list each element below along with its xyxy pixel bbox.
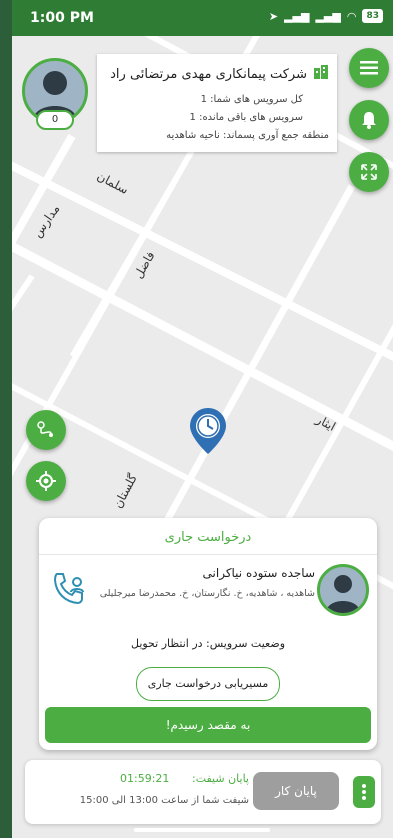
customer-user-icon [326, 575, 360, 613]
current-request-card: درخواست جاری ساجده ستوده نیاکرانی شاهدیه… [39, 518, 377, 750]
shift-range: شیفت شما از ساعت 13:00 الی 15:00 [79, 795, 249, 806]
fullscreen-button[interactable] [349, 152, 389, 192]
shift-end-time: 01:59:21 [120, 772, 170, 785]
notifications-button[interactable] [349, 100, 389, 140]
company-title: شرکت پیمانکاری مهدی مرتضائی راد [110, 64, 329, 84]
phone-support-icon [53, 573, 84, 605]
clock-pin-icon [190, 408, 226, 454]
my-location-button[interactable] [26, 461, 66, 501]
shift-bar: پایان کار 01:59:21 پایان شیفت: شیفت شما … [25, 760, 381, 824]
end-work-button[interactable]: پایان کار [253, 772, 339, 810]
bell-icon [362, 112, 376, 129]
battery-icon: 83 [362, 9, 383, 23]
wifi-icon: ◠ [346, 9, 357, 23]
location-icon: ➤ [268, 9, 279, 23]
app-frame: 1:00 PM ➤ ▂▄▆ ▂▄▆ ◠ 83 سلمان مدارس فاضل … [12, 0, 393, 838]
company-name: شرکت پیمانکاری مهدی مرتضائی راد [110, 66, 307, 82]
route-button[interactable] [26, 410, 66, 450]
building-icon [313, 64, 329, 84]
route-icon [37, 421, 53, 437]
request-title: درخواست جاری [164, 530, 252, 545]
driver-counter-badge: 0 [36, 110, 74, 130]
more-vertical-icon [362, 784, 366, 800]
remaining-services: سرویس های باقی مانده: 1 [189, 112, 303, 123]
company-info-card: شرکت پیمانکاری مهدی مرتضائی راد کل سرویس… [97, 54, 337, 152]
more-options-button[interactable] [353, 776, 375, 808]
crosshair-icon [36, 471, 56, 491]
customer-address: شاهدیه ، شاهدیه، خ. نگارستان، خ. محمدرضا… [99, 588, 315, 599]
customer-avatar [317, 564, 369, 616]
home-indicator [134, 828, 270, 832]
route-current-request-button[interactable]: مسیریابی درخواست جاری [136, 667, 280, 701]
arrived-button[interactable]: به مقصد رسیدم! [45, 707, 371, 743]
menu-button[interactable] [349, 48, 389, 88]
signal-icon: ▂▄▆ [284, 9, 310, 23]
signal-2-icon: ▂▄▆ [315, 9, 341, 23]
status-bar: 1:00 PM ➤ ▂▄▆ ▂▄▆ ◠ 83 [12, 0, 393, 36]
collection-zone: منطقه جمع آوری پسماند: ناحیه شاهدیه [166, 130, 329, 141]
total-services: کل سرویس های شما: 1 [200, 94, 303, 105]
request-divider [39, 554, 377, 555]
menu-icon [360, 61, 378, 75]
status-icons: ➤ ▂▄▆ ▂▄▆ ◠ 83 [269, 9, 383, 23]
call-customer-button[interactable] [51, 570, 89, 612]
expand-icon [361, 164, 377, 180]
shift-end-label: پایان شیفت: [191, 772, 249, 785]
customer-name: ساجده ستوده نیاکرانی [202, 566, 315, 580]
destination-pin[interactable] [190, 408, 226, 458]
service-status: وضعیت سرویس: در انتظار تحویل [130, 637, 286, 650]
status-time: 1:00 PM [30, 10, 94, 26]
